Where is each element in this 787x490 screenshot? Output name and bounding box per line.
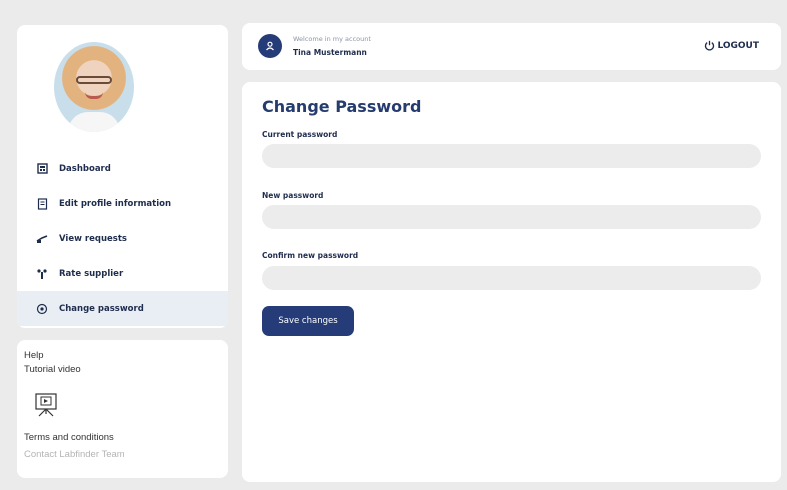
password-icon (35, 302, 49, 316)
confirm-password-field[interactable] (262, 266, 761, 290)
sidebar-item-label: Rate supplier (59, 268, 124, 279)
rate-icon (35, 267, 49, 281)
current-password-field[interactable] (262, 144, 761, 168)
sidebar-item-rate-supplier[interactable]: Rate supplier (17, 256, 228, 291)
sidebar-item-dashboard[interactable]: Dashboard (17, 151, 228, 186)
logout-button[interactable]: LOGOUT (704, 40, 759, 51)
sidebar-item-view-requests[interactable]: View requests (17, 221, 228, 256)
avatar-glasses (76, 76, 112, 84)
account-header: Welcome in my account Tina Mustermann LO… (242, 23, 781, 70)
sidebar-item-change-password[interactable]: Change password (17, 291, 228, 326)
user-icon (258, 34, 282, 58)
sidebar-profile-card: Dashboard Edit profile information View … (17, 25, 228, 328)
tutorial-video-link[interactable]: Tutorial video (24, 363, 221, 377)
confirm-password-label: Confirm new password (262, 251, 359, 260)
avatar-shirt (68, 112, 120, 132)
sidebar-item-label: Edit profile information (59, 198, 172, 209)
sidebar-item-label: Change password (59, 303, 144, 314)
sidebar-nav: Dashboard Edit profile information View … (17, 151, 228, 326)
new-password-field[interactable] (262, 205, 761, 229)
dashboard-icon (35, 162, 49, 176)
edit-profile-icon (35, 197, 49, 211)
page-title: Change Password (262, 97, 422, 116)
change-password-card: Change Password Current password New pas… (242, 82, 781, 482)
avatar-smile (85, 92, 103, 99)
sidebar-item-edit-profile[interactable]: Edit profile information (17, 186, 228, 221)
user-name: Tina Mustermann (293, 48, 367, 57)
requests-icon (35, 232, 49, 246)
help-card: Help Tutorial video Terms and conditions… (17, 340, 228, 478)
power-icon (705, 40, 715, 51)
avatar (54, 42, 134, 132)
logout-label: LOGOUT (717, 40, 759, 51)
save-button[interactable]: Save changes (262, 306, 354, 336)
new-password-label: New password (262, 191, 324, 200)
help-title: Help (24, 350, 44, 361)
presentation-video-icon[interactable] (34, 392, 58, 418)
contact-link[interactable]: Contact Labfinder Team (24, 449, 221, 460)
sidebar-item-label: Dashboard (59, 163, 111, 174)
current-password-label: Current password (262, 130, 338, 139)
welcome-text: Welcome in my account (293, 35, 371, 43)
sidebar-item-label: View requests (59, 233, 127, 244)
terms-link[interactable]: Terms and conditions (24, 432, 221, 443)
